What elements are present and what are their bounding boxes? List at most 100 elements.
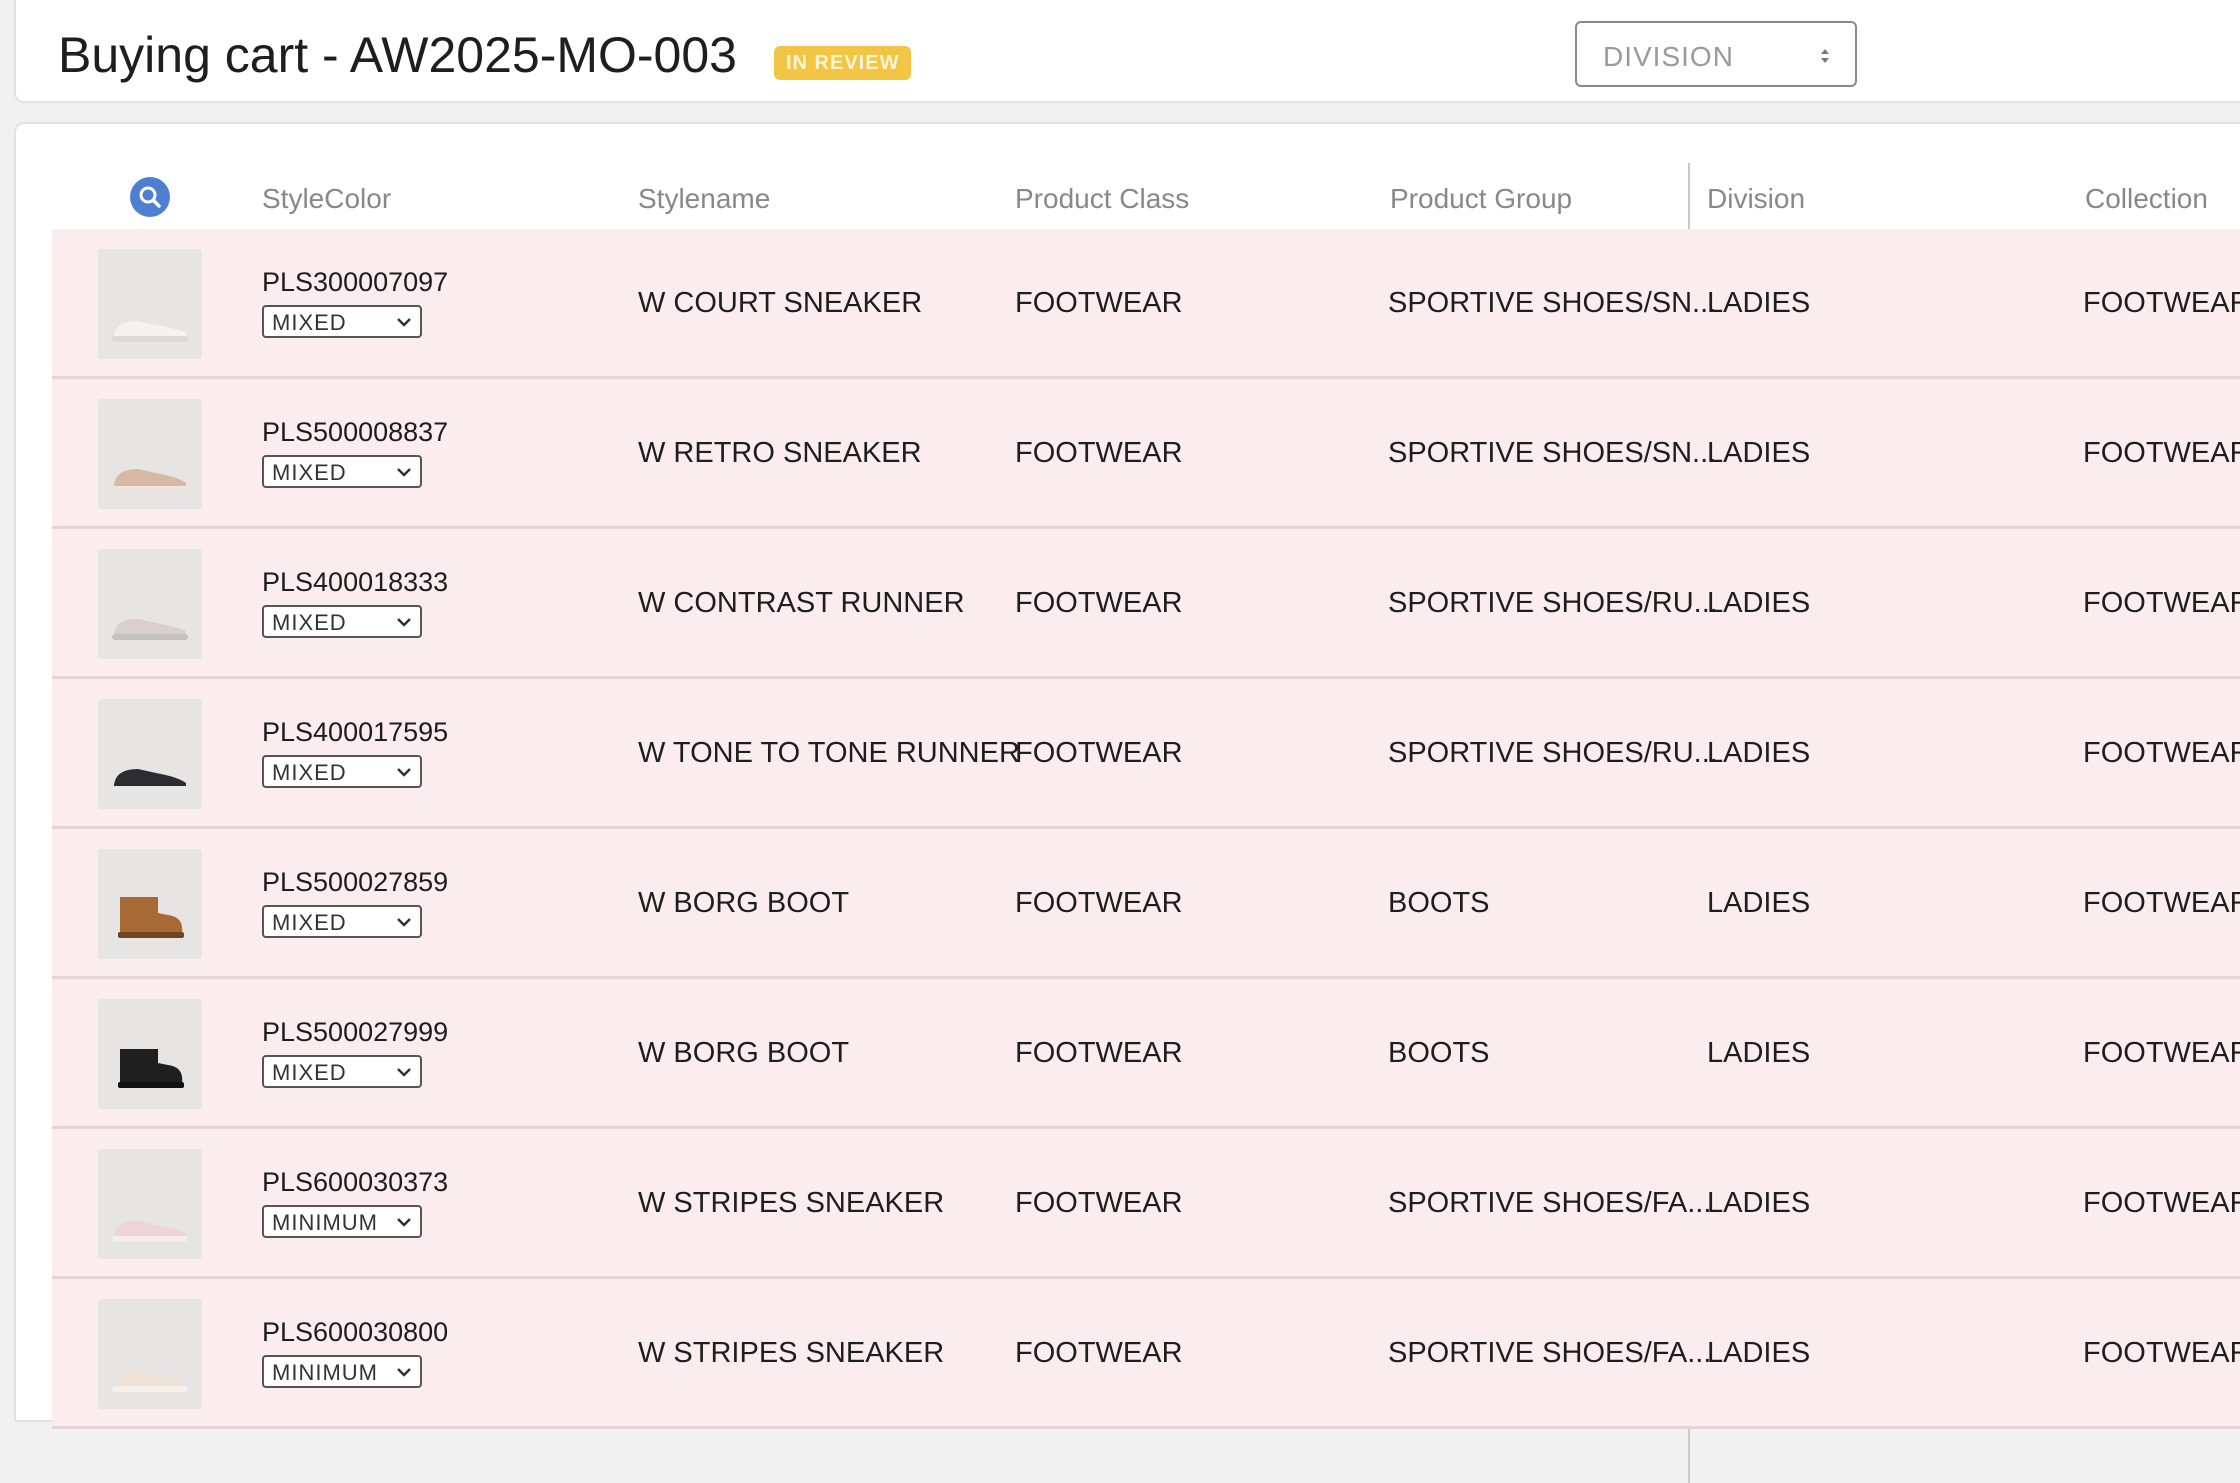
collection-cell: FOOTWEAR [2083, 437, 2240, 469]
division-select-label: DIVISION [1603, 41, 1734, 72]
product-class-cell: FOOTWEAR [1015, 737, 1183, 769]
product-group-cell: SPORTIVE SHOES/SN... [1388, 287, 1717, 319]
product-group-cell: SPORTIVE SHOES/RU... [1388, 737, 1718, 769]
cart-header: Buying cart - AW2025-MO-003 IN REVIEW DI… [14, 0, 2240, 103]
table-row[interactable]: PLS600030800 MINIMUM W STRIPES SNEAKER F… [52, 1279, 2240, 1429]
product-group-cell: SPORTIVE SHOES/SN... [1388, 437, 1717, 469]
stylecolor-option-value: MIXED [272, 460, 347, 485]
product-class-cell: FOOTWEAR [1015, 1187, 1183, 1219]
division-cell: LADIES [1707, 437, 1811, 469]
collection-cell: FOOTWEAR [2083, 1187, 2240, 1219]
product-thumbnail[interactable] [98, 849, 202, 959]
chevron-down-icon [397, 1068, 411, 1077]
product-thumbnail[interactable] [98, 699, 202, 809]
table-row[interactable]: PLS400017595 MIXED W TONE TO TONE RUNNER… [52, 679, 2240, 829]
stylename-cell: W STRIPES SNEAKER [638, 1337, 945, 1369]
stylecolor-option-value: MINIMUM [272, 1210, 378, 1235]
collection-cell: FOOTWEAR [2083, 287, 2240, 319]
column-header-product-group[interactable]: Product Group [1390, 183, 1572, 215]
collection-cell: FOOTWEAR [2083, 737, 2240, 769]
chevron-down-icon [397, 318, 411, 327]
division-cell: LADIES [1707, 737, 1811, 769]
product-thumbnail[interactable] [98, 399, 202, 509]
product-group-cell: BOOTS [1388, 1037, 1490, 1069]
stylecolor-code: PLS400017595 [262, 717, 449, 747]
table-row[interactable]: PLS500027999 MIXED W BORG BOOT FOOTWEAR … [52, 979, 2240, 1129]
column-header-stylename[interactable]: Stylename [638, 183, 770, 215]
product-class-cell: FOOTWEAR [1015, 1037, 1183, 1069]
product-thumbnail[interactable] [98, 549, 202, 659]
table-header: StyleColor Stylename Product Class Produ… [52, 163, 2240, 229]
collection-cell: FOOTWEAR [2083, 887, 2240, 919]
product-group-cell: BOOTS [1388, 887, 1490, 919]
stylecolor-option-select[interactable]: MIXED [262, 605, 422, 638]
stylecolor-option-value: MINIMUM [272, 1360, 378, 1385]
table-row[interactable]: PLS300007097 MIXED W COURT SNEAKER FOOTW… [52, 229, 2240, 379]
stylecolor-code: PLS500027859 [262, 867, 449, 897]
stylecolor-code: PLS500027999 [262, 1017, 449, 1047]
division-cell: LADIES [1707, 1037, 1811, 1069]
stylename-cell: W CONTRAST RUNNER [638, 587, 965, 619]
stylecolor-code: PLS500008837 [262, 417, 449, 447]
cart-table: StyleColor Stylename Product Class Produ… [52, 163, 2240, 1483]
column-header-stylecolor[interactable]: StyleColor [262, 183, 391, 215]
product-class-cell: FOOTWEAR [1015, 287, 1183, 319]
division-cell: LADIES [1707, 587, 1811, 619]
table-body: PLS300007097 MIXED W COURT SNEAKER FOOTW… [52, 163, 2240, 1483]
product-class-cell: FOOTWEAR [1015, 437, 1183, 469]
product-thumbnail[interactable] [98, 999, 202, 1109]
product-group-cell: SPORTIVE SHOES/FA... [1388, 1187, 1712, 1219]
stylecolor-option-select[interactable]: MIXED [262, 905, 422, 938]
table-row[interactable]: PLS400018333 MIXED W CONTRAST RUNNER FOO… [52, 529, 2240, 679]
stylename-cell: W COURT SNEAKER [638, 287, 923, 319]
collection-cell: FOOTWEAR [2083, 587, 2240, 619]
division-cell: LADIES [1707, 1187, 1811, 1219]
chevron-down-icon [397, 918, 411, 927]
division-cell: LADIES [1707, 287, 1811, 319]
search-icon[interactable] [130, 177, 170, 217]
stylecolor-option-select[interactable]: MINIMUM [262, 1355, 422, 1388]
product-group-cell: SPORTIVE SHOES/RU... [1388, 587, 1718, 619]
column-header-product-class[interactable]: Product Class [1015, 183, 1189, 215]
stylecolor-option-select[interactable]: MIXED [262, 455, 422, 488]
select-arrows-icon [1821, 49, 1829, 63]
chevron-down-icon [397, 468, 411, 477]
product-class-cell: FOOTWEAR [1015, 887, 1183, 919]
division-cell: LADIES [1707, 1337, 1811, 1369]
collection-cell: FOOTWEAR [2083, 1037, 2240, 1069]
stylecolor-code: PLS400018333 [262, 567, 449, 597]
product-thumbnail[interactable] [98, 1299, 202, 1409]
division-select[interactable]: DIVISION [1575, 21, 1857, 87]
stylecolor-option-select[interactable]: MIXED [262, 1055, 422, 1088]
stylecolor-option-value: MIXED [272, 910, 347, 935]
stylecolor-option-select[interactable]: MIXED [262, 755, 422, 788]
column-header-division[interactable]: Division [1707, 183, 1805, 215]
stylecolor-option-select[interactable]: MIXED [262, 305, 422, 338]
chevron-down-icon [397, 1218, 411, 1227]
stylecolor-code: PLS600030800 [262, 1317, 449, 1347]
stylecolor-option-value: MIXED [272, 610, 347, 635]
page-title: Buying cart - AW2025-MO-003 [58, 27, 737, 83]
table-row[interactable]: PLS500008837 MIXED W RETRO SNEAKER FOOTW… [52, 379, 2240, 529]
table-row[interactable]: PLS600030373 MINIMUM W STRIPES SNEAKER F… [52, 1129, 2240, 1279]
stylecolor-code: PLS600030373 [262, 1167, 449, 1197]
status-badge: IN REVIEW [774, 46, 912, 80]
stylecolor-code: PLS300007097 [262, 267, 449, 297]
chevron-down-icon [397, 1368, 411, 1377]
product-thumbnail[interactable] [98, 249, 202, 359]
product-thumbnail[interactable] [98, 1149, 202, 1259]
product-class-cell: FOOTWEAR [1015, 1337, 1183, 1369]
chevron-down-icon [397, 768, 411, 777]
column-header-collection[interactable]: Collection [2085, 183, 2208, 215]
stylename-cell: W RETRO SNEAKER [638, 437, 922, 469]
stylename-cell: W BORG BOOT [638, 1037, 850, 1069]
stylename-cell: W BORG BOOT [638, 887, 850, 919]
stylecolor-option-select[interactable]: MINIMUM [262, 1205, 422, 1238]
division-cell: LADIES [1707, 887, 1811, 919]
table-row[interactable]: PLS500027859 MIXED W BORG BOOT FOOTWEAR … [52, 829, 2240, 979]
product-group-cell: SPORTIVE SHOES/FA... [1388, 1337, 1712, 1369]
stylename-cell: W TONE TO TONE RUNNER [638, 737, 1020, 769]
stylename-cell: W STRIPES SNEAKER [638, 1187, 945, 1219]
collection-cell: FOOTWEAR [2083, 1337, 2240, 1369]
stylecolor-option-value: MIXED [272, 1060, 347, 1085]
